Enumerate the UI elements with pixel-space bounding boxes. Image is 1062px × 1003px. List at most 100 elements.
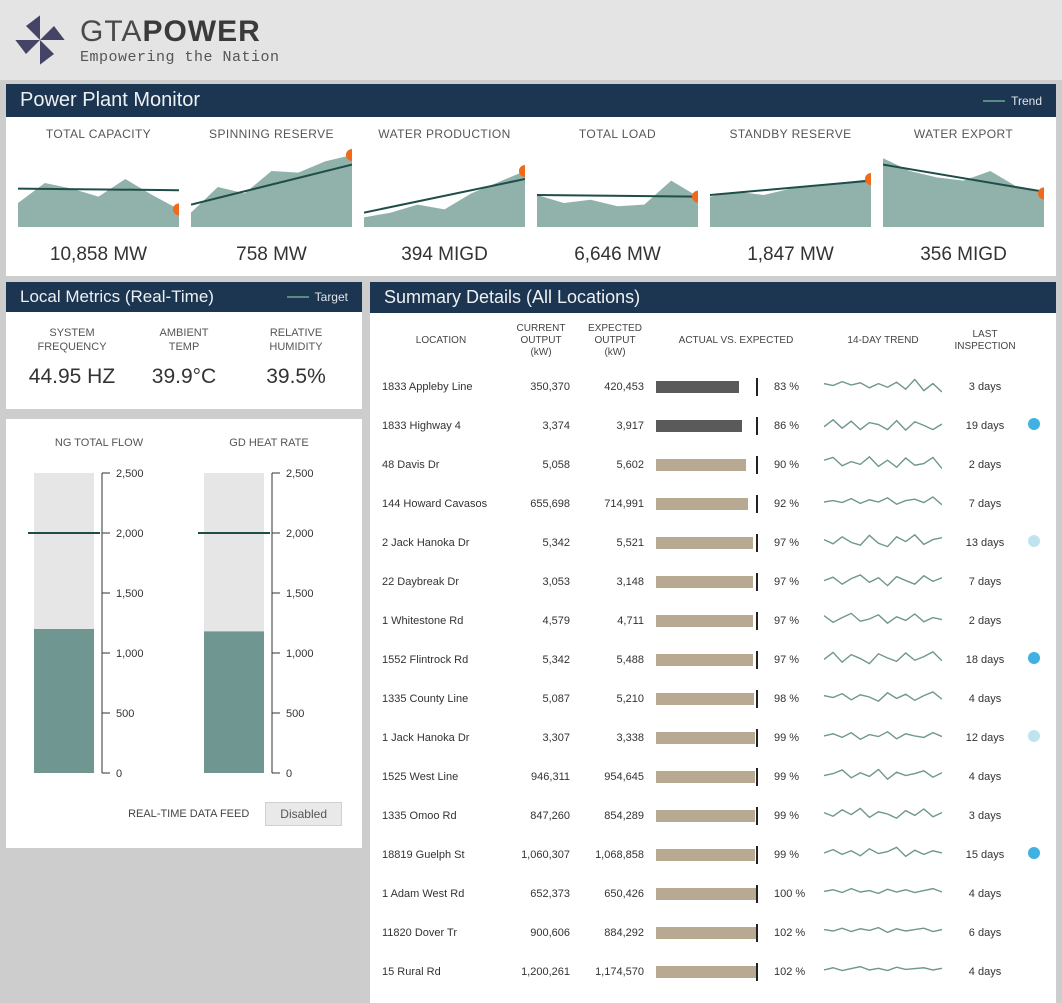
spark-title: TOTAL LOAD bbox=[537, 127, 698, 141]
feed-toggle-button[interactable]: Disabled bbox=[265, 802, 342, 826]
summary-panel: Summary Details (All Locations) LOCATION… bbox=[370, 282, 1056, 1003]
cell-location: 1552 Flintrock Rd bbox=[382, 654, 500, 666]
svg-text:500: 500 bbox=[116, 708, 134, 720]
table-row[interactable]: 22 Daybreak Dr 3,053 3,148 97 % 7 days bbox=[382, 562, 1044, 601]
monitor-panel: Power Plant Monitor Trend TOTAL CAPACITY… bbox=[6, 84, 1056, 276]
table-row[interactable]: 1335 Omoo Rd 847,260 854,289 99 % 3 days bbox=[382, 796, 1044, 835]
cell-actual-vs-expected: 83 % bbox=[656, 380, 816, 394]
table-row[interactable]: 1 Jack Hanoka Dr 3,307 3,338 99 % 12 day… bbox=[382, 718, 1044, 757]
cell-status-dot bbox=[1028, 730, 1044, 745]
logo-text: GTAPOWER Empowering the Nation bbox=[80, 15, 280, 66]
table-row[interactable]: 1335 County Line 5,087 5,210 98 % 4 days bbox=[382, 679, 1044, 718]
svg-text:1,500: 1,500 bbox=[286, 588, 314, 600]
table-row[interactable]: 1833 Appleby Line 350,370 420,453 83 % 3… bbox=[382, 367, 1044, 406]
bar-title: NG TOTAL FLOW bbox=[24, 437, 174, 449]
spark-row: TOTAL CAPACITY 10,858 MW SPINNING RESERV… bbox=[6, 117, 1056, 276]
cell-trend bbox=[824, 566, 942, 597]
cell-current: 900,606 bbox=[508, 927, 574, 939]
table-row[interactable]: 48 Davis Dr 5,058 5,602 90 % 2 days bbox=[382, 445, 1044, 484]
table-row[interactable]: 1833 Highway 4 3,374 3,917 86 % 19 days bbox=[382, 406, 1044, 445]
col-expected: EXPECTEDOUTPUT(kW) bbox=[582, 323, 648, 359]
table-row[interactable]: 1 Adam West Rd 652,373 650,426 100 % 4 d… bbox=[382, 874, 1044, 913]
cell-trend bbox=[824, 800, 942, 831]
table-row[interactable]: 18819 Guelph St 1,060,307 1,068,858 99 %… bbox=[382, 835, 1044, 874]
cell-inspection: 4 days bbox=[950, 771, 1020, 783]
cell-location: 18819 Guelph St bbox=[382, 849, 500, 861]
spark-title: STANDBY RESERVE bbox=[710, 127, 871, 141]
cell-current: 5,342 bbox=[508, 654, 574, 666]
summary-title: Summary Details (All Locations) bbox=[384, 287, 640, 308]
spark-title: WATER EXPORT bbox=[883, 127, 1044, 141]
cell-trend bbox=[824, 449, 942, 480]
cell-current: 350,370 bbox=[508, 381, 574, 393]
svg-text:2,500: 2,500 bbox=[286, 468, 314, 480]
cell-inspection: 2 days bbox=[950, 615, 1020, 627]
bar-title: GD HEAT RATE bbox=[194, 437, 344, 449]
spark-card: WATER EXPORT 356 MIGD bbox=[877, 127, 1050, 266]
cell-current: 5,087 bbox=[508, 693, 574, 705]
cell-location: 11820 Dover Tr bbox=[382, 927, 500, 939]
cell-actual-vs-expected: 97 % bbox=[656, 575, 816, 589]
metric: SYSTEMFREQUENCY44.95 HZ bbox=[16, 326, 128, 389]
spark-card: TOTAL CAPACITY 10,858 MW bbox=[12, 127, 185, 266]
cell-inspection: 15 days bbox=[950, 849, 1020, 861]
cell-current: 946,311 bbox=[508, 771, 574, 783]
local-metrics-title: Local Metrics (Real-Time) bbox=[20, 287, 214, 307]
cell-status-dot bbox=[1028, 652, 1044, 667]
cell-current: 3,053 bbox=[508, 576, 574, 588]
cell-inspection: 3 days bbox=[950, 810, 1020, 822]
spark-value: 356 MIGD bbox=[883, 244, 1044, 266]
col-trend: 14-DAY TREND bbox=[824, 335, 942, 347]
cell-actual-vs-expected: 92 % bbox=[656, 497, 816, 511]
cell-trend bbox=[824, 644, 942, 675]
cell-location: 15 Rural Rd bbox=[382, 966, 500, 978]
svg-text:2,000: 2,000 bbox=[286, 528, 314, 540]
cell-expected: 3,917 bbox=[582, 420, 648, 432]
col-actual: ACTUAL VS. EXPECTED bbox=[656, 335, 816, 347]
spark-value: 6,646 MW bbox=[537, 244, 698, 266]
cell-actual-vs-expected: 99 % bbox=[656, 848, 816, 862]
metric-value: 44.95 HZ bbox=[16, 365, 128, 389]
metric-value: 39.5% bbox=[240, 365, 352, 389]
metric: RELATIVEHUMIDITY39.5% bbox=[240, 326, 352, 389]
cell-expected: 5,210 bbox=[582, 693, 648, 705]
cell-actual-vs-expected: 100 % bbox=[656, 887, 816, 901]
table-row[interactable]: 1 Whitestone Rd 4,579 4,711 97 % 2 days bbox=[382, 601, 1044, 640]
cell-inspection: 12 days bbox=[950, 732, 1020, 744]
legend-target: Target bbox=[287, 290, 348, 304]
cell-inspection: 19 days bbox=[950, 420, 1020, 432]
brand-name-1: GTA bbox=[80, 15, 142, 48]
cell-actual-vs-expected: 102 % bbox=[656, 965, 816, 979]
cell-actual-vs-expected: 99 % bbox=[656, 809, 816, 823]
table-row[interactable]: 1525 West Line 946,311 954,645 99 % 4 da… bbox=[382, 757, 1044, 796]
spark-card: SPINNING RESERVE 758 MW bbox=[185, 127, 358, 266]
table-row[interactable]: 2 Jack Hanoka Dr 5,342 5,521 97 % 13 day… bbox=[382, 523, 1044, 562]
cell-actual-vs-expected: 97 % bbox=[656, 653, 816, 667]
cell-trend bbox=[824, 761, 942, 792]
cell-current: 1,060,307 bbox=[508, 849, 574, 861]
table-row[interactable]: 144 Howard Cavasos 655,698 714,991 92 % … bbox=[382, 484, 1044, 523]
svg-text:0: 0 bbox=[286, 768, 292, 780]
svg-text:1,500: 1,500 bbox=[116, 588, 144, 600]
table-row[interactable]: 15 Rural Rd 1,200,261 1,174,570 102 % 4 … bbox=[382, 952, 1044, 991]
metric-value: 39.9°C bbox=[128, 365, 240, 389]
col-location: LOCATION bbox=[382, 335, 500, 347]
table-row[interactable]: 11820 Dover Tr 900,606 884,292 102 % 6 d… bbox=[382, 913, 1044, 952]
table-row[interactable]: 1552 Flintrock Rd 5,342 5,488 97 % 18 da… bbox=[382, 640, 1044, 679]
cell-inspection: 13 days bbox=[950, 537, 1020, 549]
cell-actual-vs-expected: 90 % bbox=[656, 458, 816, 472]
brand-name-2: POWER bbox=[142, 15, 260, 48]
cell-actual-vs-expected: 102 % bbox=[656, 926, 816, 940]
cell-expected: 5,488 bbox=[582, 654, 648, 666]
cell-location: 1833 Highway 4 bbox=[382, 420, 500, 432]
cell-inspection: 3 days bbox=[950, 381, 1020, 393]
bar-chart: 05001,0001,5002,0002,500 bbox=[24, 463, 174, 783]
cell-expected: 420,453 bbox=[582, 381, 648, 393]
cell-location: 1335 Omoo Rd bbox=[382, 810, 500, 822]
cell-location: 144 Howard Cavasos bbox=[382, 498, 500, 510]
cell-trend bbox=[824, 722, 942, 753]
cell-inspection: 6 days bbox=[950, 927, 1020, 939]
cell-expected: 4,711 bbox=[582, 615, 648, 627]
svg-text:2,500: 2,500 bbox=[116, 468, 144, 480]
cell-current: 3,307 bbox=[508, 732, 574, 744]
